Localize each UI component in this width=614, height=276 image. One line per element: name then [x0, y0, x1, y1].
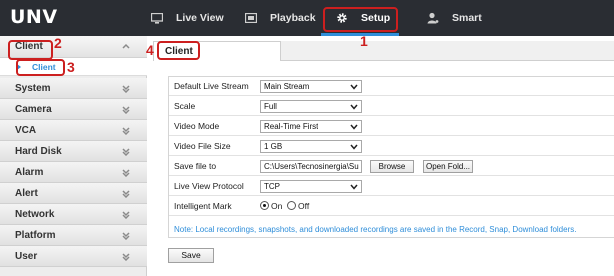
- nav-smart[interactable]: Smart: [426, 0, 482, 36]
- select-value: TCP: [264, 182, 280, 191]
- row-video-file-size: Video File Size 1 GB: [169, 137, 614, 156]
- select-value: 1 GB: [264, 142, 283, 151]
- sidebar-item-label: User: [15, 251, 38, 262]
- annotation-number: 3: [67, 59, 75, 75]
- browse-button[interactable]: Browse: [370, 160, 414, 173]
- chevron-down-icon: [122, 232, 130, 240]
- sidebar-item-user[interactable]: User: [0, 246, 147, 267]
- select-value: Full: [264, 102, 277, 111]
- monitor-icon: [150, 12, 163, 24]
- chevron-up-icon: [122, 43, 130, 49]
- row-video-mode: Video Mode Real-Time First: [169, 117, 614, 136]
- video-file-size-select[interactable]: 1 GB: [260, 140, 362, 153]
- input-value: C:\Users\Tecnosinergia\Su: [264, 162, 359, 171]
- scale-select[interactable]: Full: [260, 100, 362, 113]
- client-settings-form: Default Live Stream Main Stream Scale Fu…: [168, 76, 614, 238]
- live-view-protocol-select[interactable]: TCP: [260, 180, 362, 193]
- row-save-file-to: Save file to C:\Users\Tecnosinergia\Su B…: [169, 157, 614, 176]
- intelligent-mark-on-radio[interactable]: [260, 201, 269, 210]
- field-label: Live View Protocol: [174, 181, 244, 191]
- sidebar-item-label: System: [15, 83, 51, 94]
- nav-smart-label: Smart: [452, 12, 482, 24]
- annotation-number: 2: [54, 35, 62, 51]
- chevron-down-icon: [350, 84, 358, 90]
- annotation-box-setup: [323, 7, 398, 32]
- chevron-down-icon: [350, 144, 358, 150]
- open-folder-button[interactable]: Open Fold...: [423, 160, 473, 173]
- nav-playback[interactable]: Playback: [244, 0, 316, 36]
- save-button[interactable]: Save: [168, 248, 214, 263]
- radio-on-label: On: [271, 201, 283, 211]
- film-icon: [244, 12, 257, 24]
- radio-off-label: Off: [298, 201, 310, 211]
- annotation-number: 4: [146, 42, 154, 58]
- nav-playback-label: Playback: [270, 12, 316, 24]
- field-label: Scale: [174, 101, 196, 111]
- row-live-view-protocol: Live View Protocol TCP: [169, 177, 614, 196]
- sidebar-item-label: VCA: [15, 125, 37, 136]
- chevron-down-icon: [350, 184, 358, 190]
- field-label: Default Live Stream: [174, 81, 249, 91]
- sidebar-item-label: Platform: [15, 230, 56, 241]
- row-scale: Scale Full: [169, 97, 614, 116]
- sidebar-item-vca[interactable]: VCA: [0, 120, 147, 141]
- sidebar-item-label: Alarm: [15, 167, 44, 178]
- intelligent-mark-off-radio[interactable]: [287, 201, 296, 210]
- brand-logo: UNV: [10, 6, 58, 28]
- chevron-down-icon: [122, 148, 130, 156]
- sidebar-item-platform[interactable]: Platform: [0, 225, 147, 246]
- annotation-box-client-group: [8, 40, 53, 60]
- chevron-down-icon: [122, 211, 130, 219]
- top-navigation-bar: UNV Live View Playback Setup Smart: [0, 0, 614, 36]
- sidebar-item-network[interactable]: Network: [0, 204, 147, 225]
- annotation-box-client-sub: [16, 59, 65, 76]
- field-label: Video File Size: [174, 141, 231, 151]
- row-intelligent-mark: Intelligent Mark On Off: [169, 197, 614, 216]
- field-label: Intelligent Mark: [174, 201, 232, 211]
- annotation-number: 1: [360, 33, 368, 49]
- sidebar-item-hard-disk[interactable]: Hard Disk: [0, 141, 147, 162]
- sidebar-item-label: Network: [15, 209, 55, 220]
- sidebar-item-label: Camera: [15, 104, 52, 115]
- chevron-down-icon: [350, 104, 358, 110]
- person-icon: [426, 12, 439, 24]
- sidebar-item-system[interactable]: System: [0, 78, 147, 99]
- chevron-down-icon: [122, 190, 130, 198]
- sidebar-item-camera[interactable]: Camera: [0, 99, 147, 120]
- chevron-down-icon: [350, 124, 358, 130]
- nav-live-view-label: Live View: [176, 12, 224, 24]
- chevron-down-icon: [122, 106, 130, 114]
- nav-live-view[interactable]: Live View: [150, 0, 224, 36]
- default-live-stream-select[interactable]: Main Stream: [260, 80, 362, 93]
- folder-note: Note: Local recordings, snapshots, and d…: [174, 225, 577, 234]
- chevron-down-icon: [122, 85, 130, 93]
- save-path-input[interactable]: C:\Users\Tecnosinergia\Su: [260, 160, 362, 173]
- chevron-down-icon: [122, 127, 130, 135]
- sidebar-item-alarm[interactable]: Alarm: [0, 162, 147, 183]
- chevron-down-icon: [122, 253, 130, 261]
- select-value: Real-Time First: [264, 122, 319, 131]
- sidebar-item-alert[interactable]: Alert: [0, 183, 147, 204]
- sidebar-item-label: Hard Disk: [15, 146, 62, 157]
- row-default-live-stream: Default Live Stream Main Stream: [169, 77, 614, 96]
- select-value: Main Stream: [264, 82, 310, 91]
- chevron-down-icon: [122, 169, 130, 177]
- content-tab-bar: Client: [153, 41, 614, 61]
- sidebar-item-label: Alert: [15, 188, 38, 199]
- annotation-box-client-tab: [157, 41, 200, 60]
- field-label: Save file to: [174, 161, 217, 171]
- field-label: Video Mode: [174, 121, 220, 131]
- video-mode-select[interactable]: Real-Time First: [260, 120, 362, 133]
